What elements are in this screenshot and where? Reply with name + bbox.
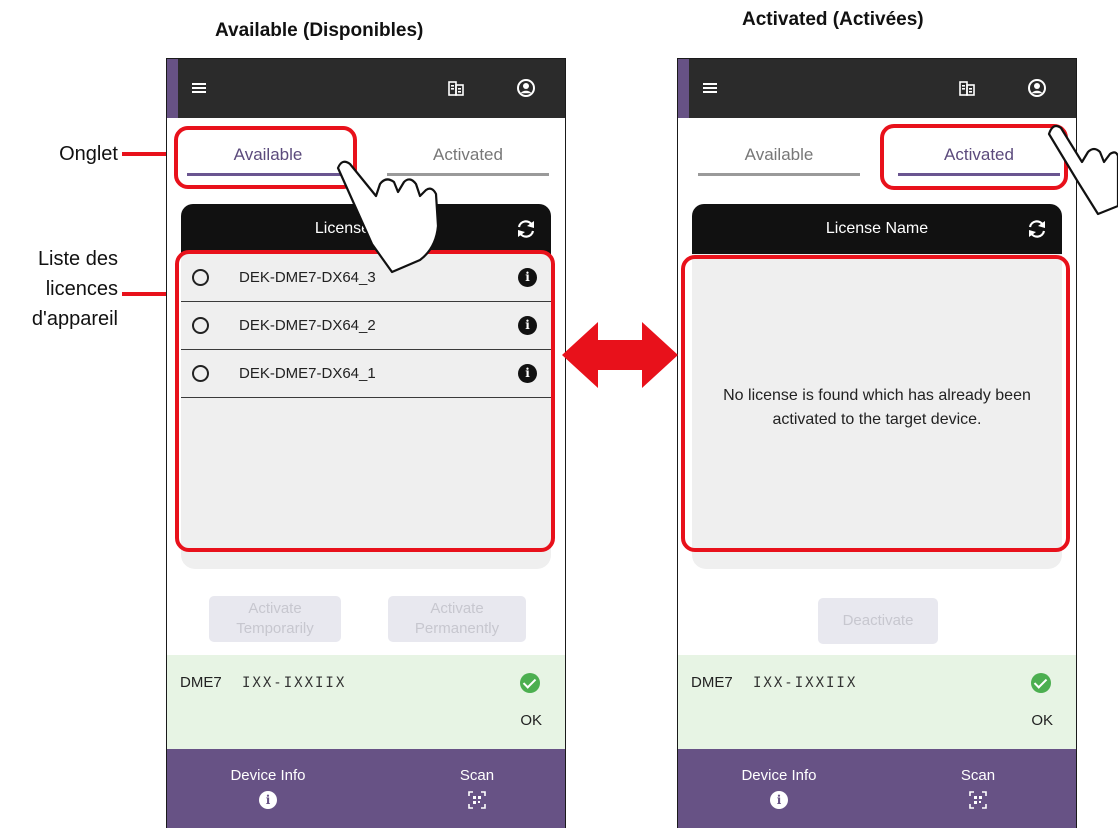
qr-scan-icon (468, 791, 486, 809)
button-label-line: Activate (430, 600, 484, 617)
label-list-line-3: d'appareil (31, 308, 118, 330)
highlight-license-list (175, 250, 555, 552)
top-bar-accent (678, 59, 689, 118)
top-bar-accent (167, 59, 178, 118)
nav-device-info-label: Device Info (230, 767, 306, 784)
list-header-title: License Name (825, 220, 929, 237)
device-status-panel: DME7 IXX-IXXIIX OK (678, 655, 1076, 749)
activate-temporarily-button[interactable]: Activate Temporarily (209, 596, 341, 642)
nav-scan-label: Scan (960, 767, 996, 784)
heading-available: Available (Disponibles) (215, 20, 424, 41)
license-list-header: License Name (692, 204, 1062, 254)
label-list-line-1: Liste des (37, 248, 118, 270)
status-result: OK (520, 712, 542, 729)
button-label-line: Temporarily (236, 620, 314, 637)
info-icon: i (259, 791, 277, 809)
check-circle-icon (1031, 673, 1051, 693)
user-icon[interactable] (514, 76, 538, 100)
nav-scan-label: Scan (459, 767, 495, 784)
nav-device-info[interactable]: Device Info i (198, 767, 338, 809)
app-top-bar (167, 59, 565, 118)
tab-activated-label: Activated (433, 145, 503, 164)
button-label-line: Activate (248, 600, 302, 617)
check-circle-icon (520, 673, 540, 693)
label-list: Liste des licences d'appareil (0, 244, 118, 334)
tab-underline (698, 173, 860, 176)
label-list-line-2: licences (45, 278, 118, 300)
device-serial: IXX-IXXIIX (242, 675, 347, 691)
license-list-header: License Name (181, 204, 551, 254)
info-icon: i (770, 791, 788, 809)
building-icon[interactable] (444, 76, 468, 100)
highlight-tab-activated (880, 124, 1068, 190)
deactivate-button[interactable]: Deactivate (818, 598, 938, 644)
refresh-icon[interactable] (1026, 218, 1048, 240)
tab-available[interactable]: Available (698, 118, 860, 188)
device-model: DME7 (180, 674, 222, 691)
app-top-bar (678, 59, 1076, 118)
bottom-navigation: Device Info i Scan (167, 749, 565, 828)
tab-activated[interactable]: Activated (387, 118, 549, 188)
building-icon[interactable] (955, 76, 979, 100)
heading-activated: Activated (Activées) (742, 9, 924, 30)
user-icon[interactable] (1025, 76, 1049, 100)
activate-permanently-button[interactable]: Activate Permanently (388, 596, 526, 642)
qr-scan-icon (969, 791, 987, 809)
nav-scan[interactable]: Scan (908, 767, 1048, 809)
device-status-panel: DME7 IXX-IXXIIX OK (167, 655, 565, 749)
nav-device-info[interactable]: Device Info i (709, 767, 849, 809)
menu-icon[interactable] (700, 76, 724, 100)
tab-available-label: Available (744, 145, 814, 164)
highlight-tab-available (174, 126, 357, 189)
label-onglet: Onglet (59, 143, 118, 165)
nav-device-info-label: Device Info (741, 767, 817, 784)
refresh-icon[interactable] (515, 218, 537, 240)
status-result: OK (1031, 712, 1053, 729)
menu-icon[interactable] (189, 76, 213, 100)
nav-scan[interactable]: Scan (407, 767, 547, 809)
highlight-empty-list (681, 255, 1070, 552)
device-serial: IXX-IXXIIX (753, 675, 858, 691)
deactivate-button-label: Deactivate (842, 612, 914, 629)
bottom-navigation: Device Info i Scan (678, 749, 1076, 828)
button-label-line: Permanently (414, 620, 500, 637)
device-model: DME7 (691, 674, 733, 691)
list-header-title: License Name (314, 220, 418, 237)
tab-underline (387, 173, 549, 176)
